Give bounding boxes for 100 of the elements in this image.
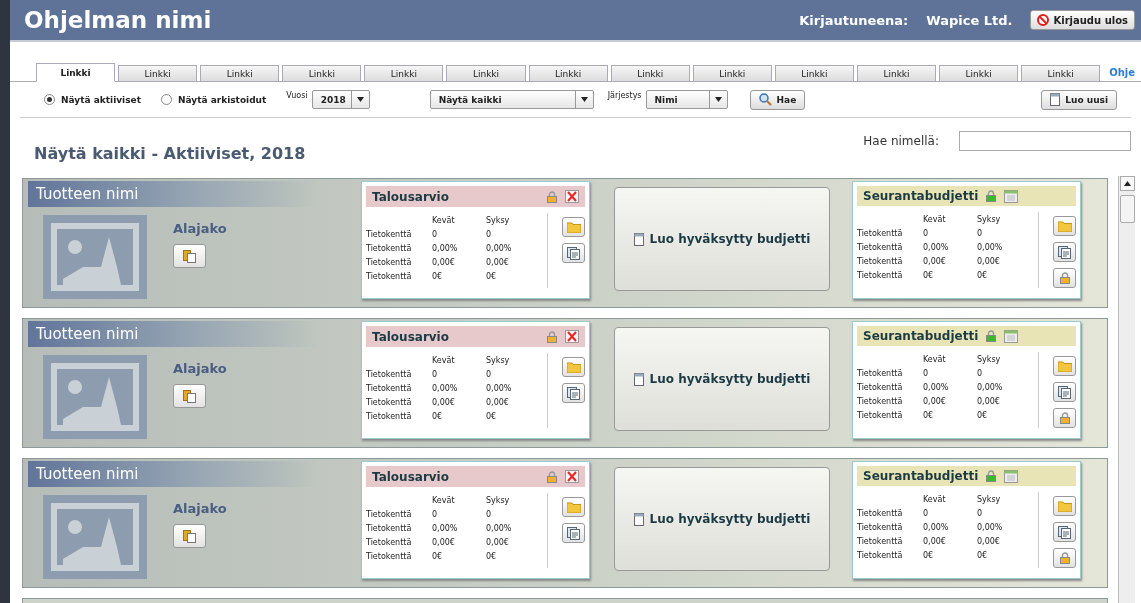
lock-button[interactable] <box>1053 548 1076 568</box>
field-value: 0,00% <box>486 523 513 533</box>
sort-select[interactable]: Nimi <box>645 90 728 109</box>
field-label: Tietokenttä <box>857 522 904 532</box>
field-value: 0,00% <box>432 523 459 533</box>
nav-tab[interactable]: Linkki <box>610 65 690 81</box>
documents-button[interactable] <box>562 383 585 403</box>
year-select[interactable]: 2018 <box>311 90 370 109</box>
radio-option[interactable]: Näytä aktiiviset <box>44 94 141 105</box>
panel-title: Talousarvio <box>372 189 450 204</box>
scroll-thumb[interactable] <box>1119 195 1135 223</box>
create-new-button[interactable]: Luo uusi <box>1041 89 1117 110</box>
paste-icon <box>183 529 196 543</box>
subcategory-label: Alajako <box>173 361 227 376</box>
field-label: Tietokenttä <box>366 523 413 533</box>
documents-button[interactable] <box>1053 522 1076 542</box>
field-label: Tietokenttä <box>857 270 904 280</box>
field-value: 0,00€ <box>977 536 1001 546</box>
field-label: Tietokenttä <box>857 536 904 546</box>
create-approved-budget-button[interactable]: Luo hyväksytty budjetti <box>614 187 830 291</box>
create-approved-budget-button[interactable]: Luo hyväksytty budjetti <box>614 467 830 571</box>
close-icon[interactable] <box>565 190 579 203</box>
name-search-field[interactable] <box>959 131 1131 151</box>
open-folder-button[interactable] <box>1053 216 1076 236</box>
field-value: 0€ <box>486 551 498 561</box>
nav-tab[interactable]: Linkki <box>446 65 526 81</box>
open-folder-button[interactable] <box>562 357 585 377</box>
lock-icon <box>1059 272 1070 284</box>
documents-icon <box>1058 385 1071 399</box>
field-value: 0,00€ <box>977 396 1001 406</box>
nav-tab[interactable]: Linkki <box>200 65 280 81</box>
column-header: Kevät <box>432 355 456 365</box>
copy-button[interactable] <box>173 244 206 268</box>
field-label: Tietokenttä <box>857 368 904 378</box>
close-icon[interactable] <box>565 330 579 343</box>
lock-icon <box>986 190 997 202</box>
nav-tab[interactable]: Linkki <box>118 65 198 81</box>
nav-tab[interactable]: Linkki <box>692 65 772 81</box>
radio-button[interactable] <box>160 94 172 105</box>
documents-button[interactable] <box>562 523 585 543</box>
lock-button[interactable] <box>1053 268 1076 288</box>
open-folder-button[interactable] <box>562 497 585 517</box>
field-value: 0,00€ <box>432 537 456 547</box>
lock-icon <box>1059 552 1070 564</box>
copy-button[interactable] <box>173 524 206 548</box>
document-icon <box>633 372 644 386</box>
close-icon[interactable] <box>565 470 579 483</box>
field-label: Tietokenttä <box>366 369 413 379</box>
panel-title: Talousarvio <box>372 469 450 484</box>
logout-button[interactable]: Kirjaudu ulos <box>1030 10 1135 30</box>
radio-option[interactable]: Näytä arkistoidut <box>160 94 267 105</box>
field-value: 0,00€ <box>486 257 510 267</box>
field-value: 0,00% <box>923 242 950 252</box>
column-header: Syksy <box>486 355 511 365</box>
scroll-up-icon[interactable] <box>1123 181 1131 186</box>
documents-button[interactable] <box>562 243 585 263</box>
field-value: 0 <box>486 369 493 379</box>
copy-button[interactable] <box>173 384 206 408</box>
field-value: 0,00% <box>923 522 950 532</box>
field-value: 0,00% <box>432 383 459 393</box>
radio-button[interactable] <box>44 94 55 105</box>
search-button[interactable]: Hae <box>749 89 806 110</box>
nav-tab[interactable]: Linkki <box>1021 65 1101 81</box>
documents-button[interactable] <box>1053 242 1076 262</box>
column-header: Kevät <box>432 495 456 505</box>
nav-tab[interactable]: Linkki <box>939 65 1019 81</box>
field-value: 0,00% <box>486 383 513 393</box>
field-value: 0,00% <box>432 243 459 253</box>
scrollbar[interactable] <box>1118 176 1135 603</box>
open-folder-button[interactable] <box>1053 356 1076 376</box>
help-link[interactable]: Ohje <box>1103 67 1141 81</box>
column-header: Syksy <box>486 215 511 225</box>
nav-tab[interactable]: Linkki <box>364 65 444 81</box>
calendar-icon[interactable] <box>1004 329 1019 343</box>
nav-tab[interactable]: Linkki <box>774 65 854 81</box>
nav-tab[interactable]: Linkki <box>856 65 937 81</box>
create-approved-budget-button[interactable]: Luo hyväksytty budjetti <box>614 327 830 431</box>
search-icon <box>758 93 772 106</box>
documents-button[interactable] <box>1053 382 1076 402</box>
field-value: 0 <box>432 369 439 379</box>
open-folder-button[interactable] <box>1053 496 1076 516</box>
dropdown-arrow-icon <box>356 97 364 102</box>
open-folder-button[interactable] <box>562 217 585 237</box>
subcategory-label: Alajako <box>173 221 227 236</box>
field-value: 0 <box>923 368 930 378</box>
nav-tab[interactable]: Linkki <box>282 65 362 81</box>
column-header: Kevät <box>923 214 947 224</box>
field-value: 0,00€ <box>432 257 456 267</box>
column-header: Syksy <box>977 354 1002 364</box>
nav-tab[interactable]: Linkki <box>528 65 608 81</box>
lock-button[interactable] <box>1053 408 1076 428</box>
nav-tab[interactable]: Linkki <box>36 63 116 82</box>
column-header: Syksy <box>486 495 511 505</box>
calendar-icon[interactable] <box>1004 189 1019 203</box>
lock-icon <box>986 470 997 482</box>
column-header: Syksy <box>977 494 1002 504</box>
filter-select[interactable]: Näytä kaikki <box>429 90 594 109</box>
calendar-icon[interactable] <box>1004 469 1019 483</box>
radio-label: Näytä arkistoidut <box>177 94 267 105</box>
name-search-label: Hae nimellä: <box>863 134 939 148</box>
